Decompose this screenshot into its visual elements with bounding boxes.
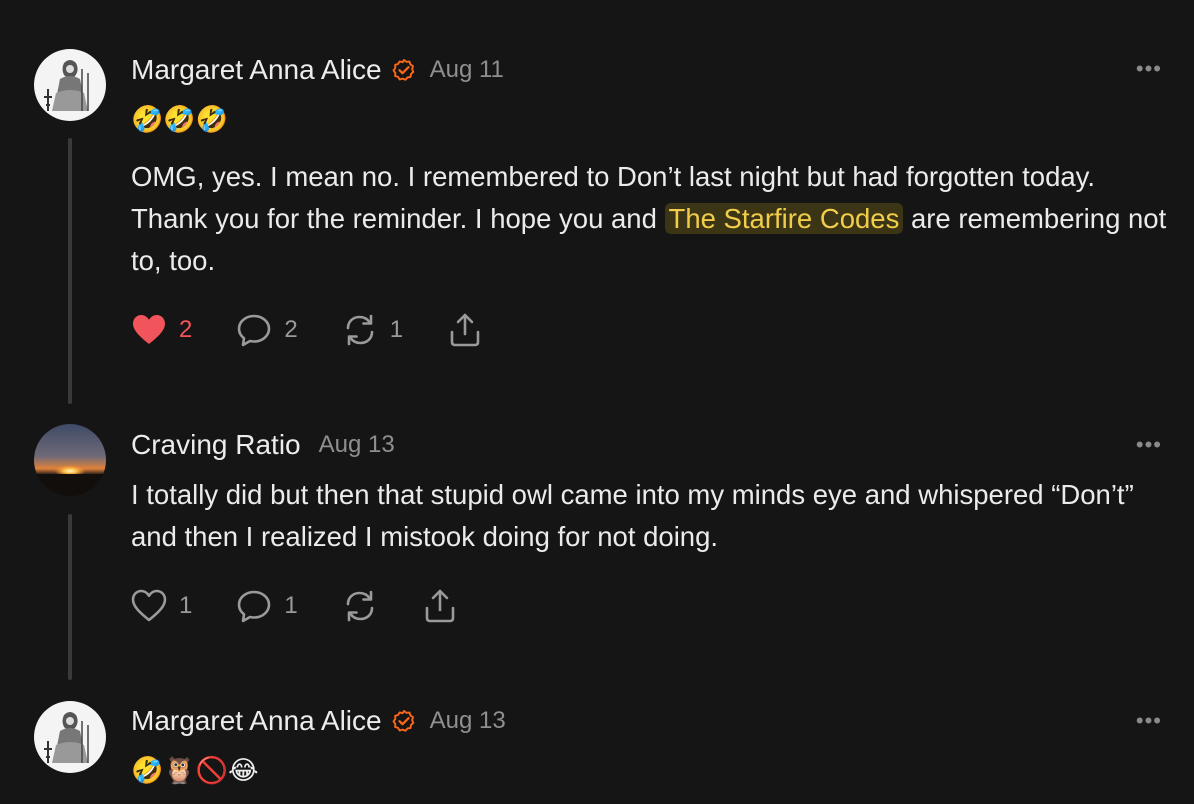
reply-count: 2: [284, 316, 298, 343]
restack-arrows-icon: [346, 590, 374, 622]
share-upload-icon: [450, 313, 480, 347]
check-badge-icon: [392, 59, 414, 81]
speech-bubble-icon: [238, 314, 271, 347]
restack-button[interactable]: 1: [342, 312, 403, 348]
like-count: 2: [179, 316, 193, 343]
comment-date[interactable]: Aug 11: [430, 56, 504, 84]
heart-icon: [133, 315, 165, 344]
reply-count: 1: [284, 592, 298, 619]
comment-body: I totally did but then that stupid owl c…: [131, 479, 1134, 552]
comment-actions: 2 2 1: [131, 310, 527, 350]
comment-date[interactable]: Aug 13: [430, 707, 506, 735]
like-button[interactable]: 2: [131, 313, 192, 347]
emoji-reaction-line: 🤣🦉🚫😂: [131, 755, 259, 785]
share-upload-icon: [425, 589, 455, 623]
comment-header: Margaret Anna Alice Aug 13: [131, 703, 506, 739]
restack-arrows-icon: [346, 314, 374, 346]
comment-date[interactable]: Aug 13: [319, 431, 395, 459]
author-name[interactable]: Margaret Anna Alice: [131, 705, 382, 737]
check-badge-icon: [392, 710, 414, 732]
sunset-photo-icon: [34, 424, 106, 496]
thread-line: [68, 138, 72, 404]
avatar-margaret[interactable]: [34, 49, 106, 121]
reply-button[interactable]: 1: [236, 588, 298, 624]
more-options-button[interactable]: •••: [1136, 58, 1162, 80]
restack-count: 1: [389, 316, 404, 343]
speech-bubble-icon: [238, 590, 271, 623]
restack-button[interactable]: [342, 588, 378, 624]
share-button[interactable]: [422, 588, 458, 624]
avatar-margaret[interactable]: [34, 701, 106, 773]
comment-header: Craving Ratio Aug 13: [131, 427, 395, 463]
author-name[interactable]: Craving Ratio: [131, 429, 301, 461]
heart-icon: [131, 589, 167, 622]
avatar-craving-ratio[interactable]: [34, 424, 106, 496]
alice-illustration-icon: [34, 49, 106, 121]
more-options-button[interactable]: •••: [1136, 434, 1162, 456]
thread-line: [68, 514, 72, 680]
comment-header: Margaret Anna Alice Aug 11: [131, 52, 504, 88]
like-count: 1: [179, 592, 193, 619]
reply-button[interactable]: 2: [236, 312, 298, 348]
comment-body: OMG, yes. I mean no. I remembered to Don…: [131, 156, 1171, 282]
more-options-button[interactable]: •••: [1136, 710, 1162, 732]
emoji-reaction-line: 🤣🤣🤣: [131, 104, 229, 134]
share-button[interactable]: [447, 312, 483, 348]
author-name[interactable]: Margaret Anna Alice: [131, 54, 382, 86]
like-button[interactable]: 1: [131, 589, 192, 623]
comment-actions: 1 1: [131, 586, 502, 626]
alice-illustration-icon: [34, 701, 106, 773]
mention-link[interactable]: The Starfire Codes: [664, 203, 904, 234]
